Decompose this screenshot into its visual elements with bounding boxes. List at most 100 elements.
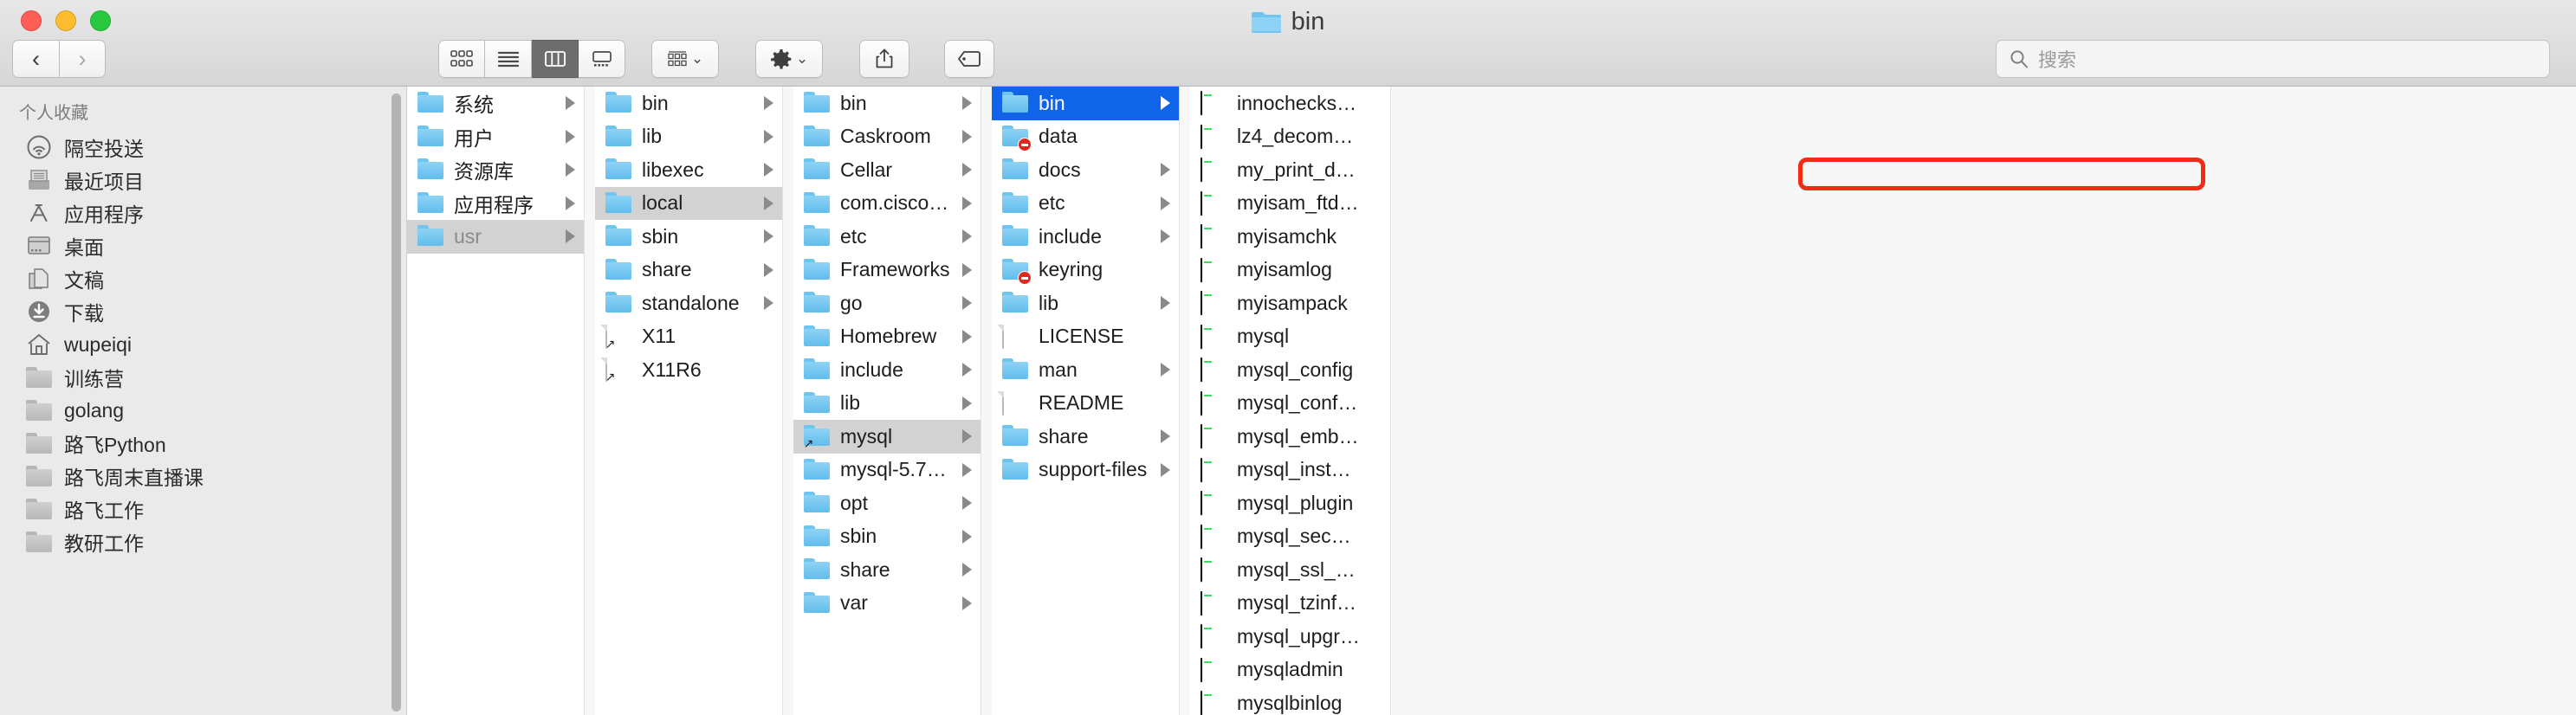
file-row[interactable]: lib [793,387,981,421]
file-row[interactable]: mysql_tzinfo_to_sql [1190,587,1390,621]
file-row[interactable]: LICENSE [992,320,1179,354]
file-row[interactable]: com.cisco.packettracer [793,187,981,221]
action-button[interactable]: ⌄ [755,40,823,78]
file-row[interactable]: Caskroom [793,120,981,154]
file-name: 资源库 [454,160,514,184]
file-name: mysql [840,424,893,448]
search-field[interactable]: 搜索 [1996,40,2550,78]
file-row[interactable]: 资源库 [407,153,584,187]
arrange-button[interactable]: ⌄ [651,40,719,78]
forward-button[interactable]: › [59,40,106,78]
file-row[interactable]: include [793,353,981,387]
file-row[interactable]: local [595,186,782,220]
file-row[interactable]: myisamlog [1190,254,1390,287]
file-row[interactable]: sbin [793,520,981,554]
file-row[interactable]: bin [992,87,1179,120]
sidebar-item-luffy-python[interactable]: 路飞Python [0,427,406,460]
file-row[interactable]: Cellar [793,153,981,187]
file-row[interactable]: mysql_secure_installation [1190,520,1390,554]
file-name: etc [1039,191,1065,215]
sidebar-item-luffy-weekend-live[interactable]: 路飞周末直播课 [0,460,406,493]
file-row[interactable]: include [992,220,1179,254]
column-divider[interactable] [981,87,992,715]
sidebar-item-luffy-work[interactable]: 路飞工作 [0,493,406,525]
sidebar-scrollbar[interactable] [392,93,401,712]
sidebar-item-teaching-research[interactable]: 教研工作 [0,525,406,558]
sidebar-item-golang[interactable]: golang [0,394,406,427]
file-row[interactable]: sbin [595,220,782,254]
file-row[interactable]: share [992,420,1179,454]
back-button[interactable]: ‹ [12,40,59,78]
file-row[interactable]: mysql_plugin [1190,486,1390,520]
sidebar-item-xunlianying[interactable]: 训练营 [0,361,406,394]
file-row[interactable]: keyring [992,254,1179,287]
list-view-button[interactable] [485,40,532,78]
file-row[interactable]: mysql_ssl_rsa_setup [1190,553,1390,587]
file-row[interactable]: 用户 [407,120,584,154]
file-row[interactable]: mysql_config [1190,353,1390,387]
column-view-button[interactable] [532,40,579,78]
file-row[interactable]: mysqladmin [1190,654,1390,687]
file-row[interactable]: lib [595,120,782,154]
sidebar-item-recents[interactable]: 最近项目 [0,164,406,196]
file-row[interactable]: README [992,387,1179,421]
file-row[interactable]: 应用程序 [407,187,584,221]
file-row[interactable]: mysql_upgrade [1190,620,1390,654]
column-divider[interactable] [1180,87,1190,715]
file-row[interactable]: lib [992,287,1179,320]
file-row[interactable]: myisampack [1190,287,1390,320]
file-row[interactable]: etc [992,187,1179,221]
folder-icon [1002,292,1028,314]
column-mysql: bin data docs etc include keyring lib LICENSE ma… [992,87,1180,715]
file-row[interactable]: mysqlbinlog [1190,686,1390,715]
file-row[interactable]: mysql-5.7.3....14-x86_64 [793,454,981,487]
folder-icon [804,126,830,148]
file-row[interactable]: ↗ X11 [595,320,782,354]
gallery-view-button[interactable] [579,40,625,78]
sidebar-item-desktop[interactable]: 桌面 [0,229,406,262]
file-row[interactable]: share [793,553,981,587]
folder-icon [1002,225,1028,248]
column-divider[interactable] [585,87,595,715]
file-row[interactable]: opt [793,486,981,520]
icon-view-button[interactable] [438,40,485,78]
file-row[interactable]: ↗ X11R6 [595,353,782,387]
file-row[interactable]: innochecksum [1190,87,1390,120]
file-row[interactable]: lz4_decompress [1190,120,1390,154]
sidebar-item-downloads[interactable]: 下载 [0,295,406,328]
executable-icon [1201,358,1227,383]
file-row[interactable]: usr [407,220,584,254]
column-divider[interactable] [783,87,793,715]
sidebar-item-airdrop[interactable]: 隔空投送 [0,131,406,164]
file-row[interactable]: 系统 [407,87,584,120]
file-row[interactable]: standalone [595,287,782,320]
file-row[interactable]: ↗ mysql [793,420,981,454]
file-row[interactable]: man [992,353,1179,387]
share-button[interactable] [859,40,909,78]
file-name: var [840,591,868,615]
file-row[interactable]: docs [992,153,1179,187]
file-row[interactable]: share [595,254,782,287]
file-row[interactable]: etc [793,220,981,254]
file-row[interactable]: my_print_defaults [1190,153,1390,187]
file-row[interactable]: bin [793,87,981,120]
file-row[interactable]: Homebrew [793,320,981,354]
file-row[interactable]: Frameworks [793,254,981,287]
sidebar-item-documents[interactable]: 文稿 [0,262,406,295]
file-row[interactable]: data [992,120,1179,154]
file-row[interactable]: mysql_config_editor [1190,387,1390,421]
file-row[interactable]: var [793,587,981,621]
tags-button[interactable] [944,40,994,78]
file-row[interactable]: mysql_embedded [1190,420,1390,454]
file-row[interactable]: myisamchk [1190,220,1390,254]
file-row[interactable]: myisam_ftdump [1190,187,1390,221]
file-row[interactable]: mysql [1190,320,1390,354]
file-row[interactable]: bin [595,87,782,120]
disclosure-arrow-icon [962,96,972,111]
file-row[interactable]: mysql_install_db [1190,454,1390,487]
file-row[interactable]: libexec [595,153,782,187]
file-row[interactable]: go [793,287,981,320]
sidebar-item-home[interactable]: wupeiqi [0,328,406,361]
file-row[interactable]: support-files [992,454,1179,487]
sidebar-item-applications[interactable]: 应用程序 [0,196,406,229]
